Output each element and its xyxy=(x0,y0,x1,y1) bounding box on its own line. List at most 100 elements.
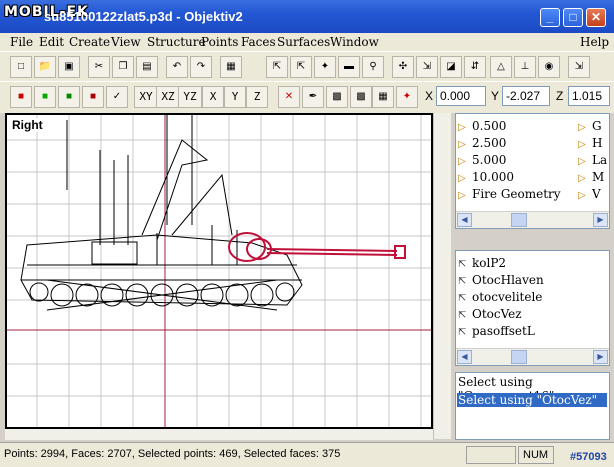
close-button[interactable]: ✕ xyxy=(586,8,606,27)
snap-icon[interactable]: ✦ xyxy=(396,86,418,108)
cut-icon[interactable]: ✂ xyxy=(88,56,110,78)
view-x-button[interactable]: X xyxy=(202,86,224,108)
list-item[interactable]: ▷ G xyxy=(578,119,602,133)
list-item[interactable]: ▷ Fire Geometry xyxy=(458,187,561,201)
list-item[interactable]: ⇱ pasoffsetL xyxy=(458,324,535,338)
x-label: X xyxy=(425,89,434,103)
x-coordinate-input[interactable]: 0.000 xyxy=(436,86,486,106)
scale-icon[interactable]: ⇲ xyxy=(416,56,438,78)
properties-icon[interactable]: ▦ xyxy=(220,56,242,78)
scroll-thumb[interactable] xyxy=(511,213,527,227)
view-xz-button[interactable]: XZ xyxy=(156,86,180,108)
viewport-horizontal-scrollbar[interactable] xyxy=(5,429,433,440)
redo-icon[interactable]: ↷ xyxy=(190,56,212,78)
list-item[interactable]: ▷ 2.500 xyxy=(458,136,506,150)
list-item[interactable]: ⇱ otocvelitele xyxy=(458,290,542,304)
num-lock-indicator: NUM xyxy=(518,446,554,464)
viewport-vertical-scrollbar[interactable] xyxy=(433,113,451,439)
box-icon[interactable]: ■ xyxy=(58,86,80,108)
open-folder-icon[interactable]: 📁 xyxy=(34,56,56,78)
lod-icon: ▷ xyxy=(458,156,466,167)
undo-icon[interactable]: ↶ xyxy=(166,56,188,78)
menu-surfaces[interactable]: Surfaces xyxy=(277,35,330,49)
status-text: Points: 2994, Faces: 2707, Selected poin… xyxy=(4,448,341,460)
view-yz-button[interactable]: YZ xyxy=(178,86,202,108)
view-xy-button[interactable]: XY xyxy=(134,86,158,108)
menu-create[interactable]: Create xyxy=(69,35,110,49)
select-lasso-icon[interactable]: ⇱ xyxy=(290,56,312,78)
check-icon[interactable]: ✓ xyxy=(106,86,128,108)
view-z-button[interactable]: Z xyxy=(246,86,268,108)
cube-icon[interactable]: ▩ xyxy=(350,86,372,108)
selection-icon: ⇱ xyxy=(458,293,467,304)
status-cell-empty xyxy=(466,446,516,464)
new-file-icon[interactable]: □ xyxy=(10,56,32,78)
selection-icon: ⇱ xyxy=(458,259,467,270)
view-y-button[interactable]: Y xyxy=(224,86,246,108)
scroll-left-icon[interactable]: ◀ xyxy=(457,213,472,227)
axis-icon[interactable]: ⊥ xyxy=(514,56,536,78)
lod-icon: ▷ xyxy=(578,190,586,201)
grid-icon[interactable]: ▦ xyxy=(372,86,394,108)
mirror-icon[interactable]: ◪ xyxy=(440,56,462,78)
lod-icon: ▷ xyxy=(458,173,466,184)
list-item[interactable]: ▷ V xyxy=(578,187,601,201)
selection-icon: ⇱ xyxy=(458,310,467,321)
select-tool-icon[interactable]: ⇱ xyxy=(266,56,288,78)
lod-icon: ▷ xyxy=(578,156,586,167)
menu-view[interactable]: View xyxy=(111,35,141,49)
list-item[interactable]: ⇱ kolP2 xyxy=(458,256,506,270)
maximize-button[interactable]: □ xyxy=(563,8,583,27)
wireframe-canvas xyxy=(7,115,431,427)
list-item[interactable]: ▷ La xyxy=(578,153,607,167)
list-item[interactable]: ▷ 10.000 xyxy=(458,170,514,184)
menu-edit[interactable]: Edit xyxy=(39,35,64,49)
menu-faces[interactable]: Faces xyxy=(241,35,276,49)
list-item[interactable]: ▷ H xyxy=(578,136,602,150)
selection-icon: ⇱ xyxy=(458,327,467,338)
menu-points[interactable]: Points xyxy=(201,35,238,49)
scroll-left-icon[interactable]: ◀ xyxy=(457,350,472,364)
flip-icon[interactable]: ⇵ xyxy=(464,56,486,78)
rotate-icon[interactable]: △ xyxy=(490,56,512,78)
eraser-icon[interactable]: ▬ xyxy=(338,56,360,78)
menu-file[interactable]: File xyxy=(10,35,33,49)
red-object-icon[interactable]: ■ xyxy=(10,86,32,108)
menu-bar: File Edit Create View Structure Points F… xyxy=(0,33,614,51)
menu-help[interactable]: Help xyxy=(580,35,609,49)
menu-window[interactable]: Window xyxy=(330,35,379,49)
z-coordinate-input[interactable]: 1.015 xyxy=(568,86,610,106)
minimize-button[interactable]: _ xyxy=(540,8,560,27)
export-icon[interactable]: ⇲ xyxy=(568,56,590,78)
title-bar: MOBIL-EK su85100122zlat5.p3d - Objektiv2… xyxy=(0,0,614,33)
color-icon[interactable]: ◉ xyxy=(538,56,560,78)
split-object-icon[interactable]: ■ xyxy=(34,86,56,108)
scroll-right-icon[interactable]: ▶ xyxy=(593,213,608,227)
list-item[interactable]: ▷ 5.000 xyxy=(458,153,506,167)
pen-icon[interactable]: ✒ xyxy=(302,86,324,108)
model-viewport[interactable]: Right xyxy=(5,113,433,429)
menu-structure[interactable]: Structure xyxy=(147,35,206,49)
list-item[interactable]: ⇱ OtocVez xyxy=(458,307,522,321)
cross-select-icon[interactable]: ✕ xyxy=(278,86,300,108)
move-icon[interactable]: ✣ xyxy=(392,56,414,78)
list-item[interactable]: ▷ 0.500 xyxy=(458,119,506,133)
copy-icon[interactable]: ❐ xyxy=(112,56,134,78)
lod-horizontal-scrollbar[interactable]: ◀ ▶ xyxy=(456,211,609,228)
save-icon[interactable]: ▣ xyxy=(58,56,80,78)
main-toolbar: □ 📁 ▣ ✂ ❐ ▤ ↶ ↷ ▦ ⇱ ⇱ ✦ ▬ ⚲ ✣ ⇲ ◪ ⇵ △ ⊥ … xyxy=(0,51,614,81)
zoom-icon[interactable]: ⚲ xyxy=(362,56,384,78)
texture-icon[interactable]: ▩ xyxy=(326,86,348,108)
scroll-thumb[interactable] xyxy=(511,350,527,364)
selection-horizontal-scrollbar[interactable]: ◀ ▶ xyxy=(456,348,609,365)
scroll-right-icon[interactable]: ▶ xyxy=(593,350,608,364)
y-coordinate-input[interactable]: -2.027 xyxy=(502,86,550,106)
lod-icon: ▷ xyxy=(458,122,466,133)
list-item-selected[interactable]: Select using "OtocVez" xyxy=(457,393,607,407)
double-box-icon[interactable]: ■ xyxy=(82,86,104,108)
paint-select-icon[interactable]: ✦ xyxy=(314,56,336,78)
window-title: su85100122zlat5.p3d - Objektiv2 xyxy=(44,9,243,24)
list-item[interactable]: ▷ M xyxy=(578,170,604,184)
paste-icon[interactable]: ▤ xyxy=(136,56,158,78)
list-item[interactable]: ⇱ OtocHlaven xyxy=(458,273,544,287)
